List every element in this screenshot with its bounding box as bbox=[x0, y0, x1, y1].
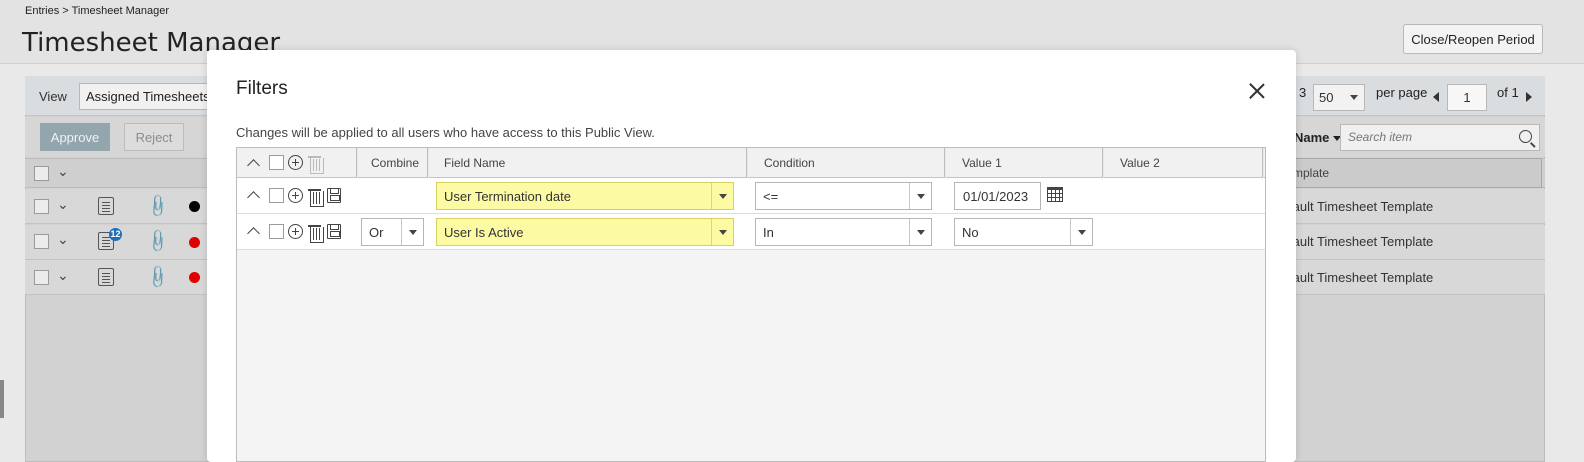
column-separator bbox=[356, 148, 358, 178]
per-page-label: per page bbox=[1376, 85, 1428, 100]
column-separator[interactable] bbox=[944, 148, 946, 178]
combine-select[interactable]: Or bbox=[361, 218, 424, 246]
value1-column-header: Value 1 bbox=[962, 156, 1002, 170]
view-select[interactable]: Assigned Timesheets bbox=[79, 83, 219, 110]
filter-row: Or User Is Active In No bbox=[237, 214, 1265, 250]
condition-select[interactable]: In bbox=[755, 218, 932, 246]
side-panel-tab[interactable] bbox=[0, 380, 4, 418]
field-name-select[interactable]: User Termination date bbox=[436, 182, 734, 210]
save-icon[interactable] bbox=[327, 188, 341, 203]
value2-column-header: Value 2 bbox=[1120, 156, 1160, 170]
row-checkbox[interactable] bbox=[34, 199, 49, 214]
condition-value: <= bbox=[763, 189, 779, 204]
column-separator[interactable] bbox=[427, 148, 429, 178]
collapse-row-icon[interactable] bbox=[247, 191, 260, 204]
combine-column-header: Combine bbox=[371, 156, 420, 170]
chevron-down-icon bbox=[1350, 95, 1358, 100]
row-checkbox[interactable] bbox=[34, 270, 49, 285]
column-separator bbox=[1262, 148, 1264, 178]
filter-row-checkbox[interactable] bbox=[269, 224, 284, 239]
template-cell: fault Timesheet Template bbox=[1289, 270, 1434, 285]
template-column-header[interactable]: mplate bbox=[1290, 158, 1542, 188]
condition-value: In bbox=[763, 225, 774, 240]
status-dot bbox=[189, 201, 200, 212]
filter-row-checkbox[interactable] bbox=[269, 188, 284, 203]
add-filter-icon[interactable] bbox=[288, 188, 303, 203]
view-label: View bbox=[39, 89, 67, 104]
per-page-select[interactable]: 50 bbox=[1313, 84, 1365, 111]
template-cell: fault Timesheet Template bbox=[1289, 199, 1434, 214]
calendar-icon[interactable] bbox=[1047, 187, 1063, 202]
field-name-column-header: Field Name bbox=[444, 156, 506, 170]
delete-icon[interactable] bbox=[308, 188, 324, 207]
name-column-label: Name bbox=[1294, 130, 1330, 145]
chevron-down-icon bbox=[909, 219, 931, 245]
column-separator[interactable] bbox=[746, 148, 748, 178]
value1-date-input[interactable]: 01/01/2023 bbox=[954, 182, 1041, 210]
search-input[interactable]: Search item bbox=[1340, 124, 1540, 151]
modal-note: Changes will be applied to all users who… bbox=[236, 125, 655, 140]
record-count: 3 bbox=[1299, 85, 1307, 100]
close-icon[interactable] bbox=[1247, 81, 1267, 101]
status-dot bbox=[189, 272, 200, 283]
filter-row: User Termination date <= 01/01/2023 bbox=[237, 178, 1265, 214]
next-page-icon[interactable] bbox=[1526, 92, 1532, 102]
field-name-select[interactable]: User Is Active bbox=[436, 218, 734, 246]
timesheet-icon[interactable] bbox=[98, 268, 114, 286]
close-reopen-period-button[interactable]: Close/Reopen Period bbox=[1403, 24, 1543, 54]
search-icon[interactable] bbox=[1519, 130, 1532, 143]
filters-grid-header: Combine Field Name Condition Value 1 Val… bbox=[237, 148, 1265, 178]
condition-select[interactable]: <= bbox=[755, 182, 932, 210]
combine-value: Or bbox=[369, 225, 384, 240]
value1-select[interactable]: No bbox=[954, 218, 1093, 246]
approve-button[interactable]: Approve bbox=[40, 123, 110, 151]
delete-icon[interactable] bbox=[308, 224, 324, 243]
field-name-value: User Is Active bbox=[444, 225, 524, 240]
status-dot bbox=[189, 237, 200, 248]
breadcrumb[interactable]: Entries > Timesheet Manager bbox=[25, 5, 169, 17]
row-checkbox[interactable] bbox=[34, 234, 49, 249]
chevron-down-icon bbox=[1070, 219, 1092, 245]
chevron-down-icon[interactable]: ⌄ bbox=[57, 196, 69, 213]
select-all-checkbox[interactable] bbox=[34, 166, 49, 181]
delete-icon bbox=[308, 155, 324, 174]
chevron-down-icon bbox=[711, 219, 733, 245]
add-filter-icon[interactable] bbox=[288, 155, 303, 170]
save-icon[interactable] bbox=[327, 224, 341, 239]
name-column-sort[interactable]: Name bbox=[1294, 130, 1342, 145]
field-name-value: User Termination date bbox=[444, 189, 571, 204]
search-placeholder: Search item bbox=[1348, 130, 1413, 144]
chevron-down-icon bbox=[401, 219, 423, 245]
page-total: of 1 bbox=[1497, 85, 1519, 100]
reject-button[interactable]: Reject bbox=[124, 123, 184, 151]
condition-column-header: Condition bbox=[764, 156, 815, 170]
collapse-row-icon[interactable] bbox=[247, 227, 260, 240]
prev-page-icon[interactable] bbox=[1433, 92, 1439, 102]
value1-value: No bbox=[962, 225, 979, 240]
page-number-input[interactable]: 1 bbox=[1447, 84, 1487, 111]
select-all-filters-checkbox[interactable] bbox=[269, 155, 284, 170]
per-page-value: 50 bbox=[1319, 90, 1334, 105]
collapse-all-icon[interactable] bbox=[247, 159, 260, 172]
template-cell: fault Timesheet Template bbox=[1289, 234, 1434, 249]
column-separator[interactable] bbox=[1102, 148, 1104, 178]
add-filter-icon[interactable] bbox=[288, 224, 303, 239]
filters-grid: Combine Field Name Condition Value 1 Val… bbox=[236, 147, 1266, 462]
chevron-down-icon[interactable]: ⌄ bbox=[57, 163, 69, 180]
filters-modal: Filters Changes will be applied to all u… bbox=[207, 50, 1296, 462]
chevron-down-icon[interactable]: ⌄ bbox=[57, 231, 69, 248]
timesheet-icon[interactable] bbox=[98, 197, 114, 215]
modal-title: Filters bbox=[236, 78, 288, 99]
chevron-down-icon[interactable]: ⌄ bbox=[57, 267, 69, 284]
chevron-down-icon bbox=[711, 183, 733, 209]
chevron-down-icon bbox=[909, 183, 931, 209]
notification-badge: 12 bbox=[109, 228, 122, 241]
